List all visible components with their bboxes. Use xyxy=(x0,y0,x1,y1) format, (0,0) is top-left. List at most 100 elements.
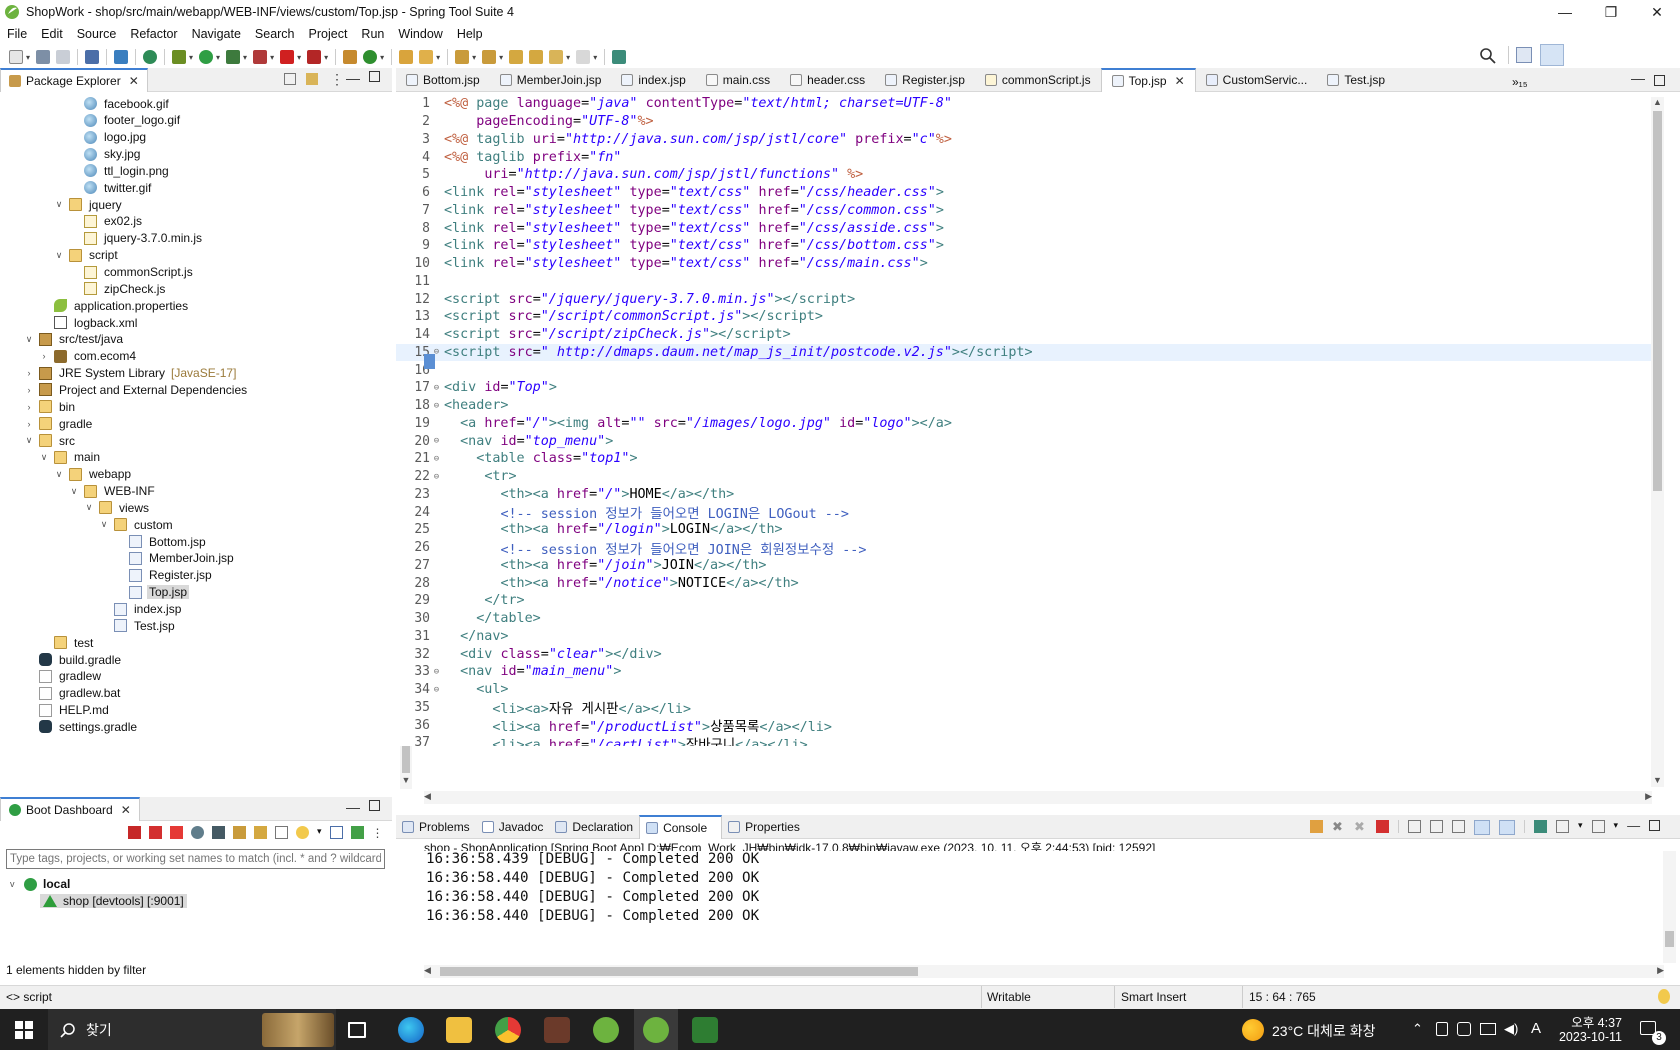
properties-icon[interactable] xyxy=(275,826,288,839)
tree-item[interactable]: › com.ecom4 xyxy=(38,348,138,365)
menu-help[interactable]: Help xyxy=(450,27,490,41)
tray-app-icon[interactable] xyxy=(1457,1022,1471,1036)
minimize-editor-icon[interactable]: — xyxy=(1631,70,1645,86)
tree-item[interactable]: › Project and External Dependencies xyxy=(23,381,249,398)
tree-item[interactable]: logback.xml xyxy=(38,314,139,331)
editor-scrollbar-thumb[interactable] xyxy=(1653,111,1662,491)
maximize-editor-icon[interactable] xyxy=(1654,75,1665,86)
code-line[interactable]: 29 </tr> xyxy=(396,592,1663,610)
stop-debug-icon[interactable] xyxy=(149,826,162,839)
tree-item[interactable]: ex02.js xyxy=(68,213,144,230)
back-icon[interactable] xyxy=(549,50,564,64)
code-line[interactable]: 16 xyxy=(396,361,1663,379)
tree-item[interactable]: MemberJoin.jsp xyxy=(113,550,236,567)
code-line[interactable]: 1 <%@ page language="java" contentType="t… xyxy=(396,95,1663,113)
tree-item[interactable]: › bin xyxy=(23,398,77,415)
local-target-row[interactable]: v local xyxy=(10,877,70,891)
code-line[interactable]: 27 <th><a href="/join">JOIN</a></th> xyxy=(396,557,1663,575)
tree-item[interactable]: ∨ script xyxy=(53,247,120,264)
tree-item[interactable]: Test.jsp xyxy=(98,617,177,634)
stop-icon[interactable] xyxy=(280,50,295,64)
bottom-tab[interactable]: Problems xyxy=(396,815,476,839)
close-icon[interactable]: ✕ xyxy=(129,74,139,88)
tree-item[interactable]: ∨ main xyxy=(38,449,102,466)
collapsed-chevron-icon[interactable]: › xyxy=(23,402,35,412)
bottom-tab[interactable]: Declaration xyxy=(549,815,639,839)
code-line[interactable]: 34 ⊖ <ul> xyxy=(396,681,1663,699)
expanded-chevron-icon[interactable]: ∨ xyxy=(83,502,95,513)
tree-item[interactable]: Bottom.jsp xyxy=(113,533,208,550)
tree-item[interactable]: index.jsp xyxy=(98,601,183,618)
scroll-to-end-icon[interactable] xyxy=(1430,820,1443,833)
bottom-tab[interactable]: Javadoc xyxy=(476,815,550,839)
pin-editor-icon[interactable] xyxy=(612,50,627,64)
save-all-icon[interactable] xyxy=(56,50,71,64)
code-line[interactable]: 23 <th><a href="/">HOME</a></th> xyxy=(396,486,1663,504)
new-icon[interactable] xyxy=(9,50,23,64)
tree-item[interactable]: sky.jpg xyxy=(68,146,142,163)
code-line[interactable]: 2 pageEncoding="UTF-8"%> xyxy=(396,113,1663,131)
search-icon[interactable] xyxy=(1479,47,1497,65)
app-icon[interactable] xyxy=(544,1017,570,1043)
edit-icon[interactable] xyxy=(254,826,267,839)
code-line[interactable]: 22 ⊖ <tr> xyxy=(396,468,1663,486)
expanded-chevron-icon[interactable]: ∨ xyxy=(53,250,65,261)
clear-console-icon[interactable] xyxy=(1408,820,1421,833)
tree-item[interactable]: twitter.gif xyxy=(68,179,153,196)
editor-tab[interactable]: header.css xyxy=(780,68,875,92)
tree-item[interactable]: ∨ src xyxy=(23,432,77,449)
weather-label[interactable]: 23°C 대체로 화창 xyxy=(1272,1021,1375,1041)
stop-icon[interactable] xyxy=(170,826,183,839)
code-line[interactable]: 30 </table> xyxy=(396,610,1663,628)
weather-icon[interactable] xyxy=(1242,1019,1264,1041)
forward-edit-icon[interactable] xyxy=(529,50,544,64)
chrome-browser-icon[interactable] xyxy=(495,1017,521,1043)
code-line[interactable]: 21 ⊖ <table class="top1"> xyxy=(396,450,1663,468)
network-icon[interactable] xyxy=(1480,1023,1496,1035)
windows-start-icon[interactable] xyxy=(15,1021,33,1039)
close-icon[interactable]: ✕ xyxy=(121,803,131,817)
menu-source[interactable]: Source xyxy=(70,27,124,41)
editor-hscrollbar[interactable]: ◀ ▶ xyxy=(424,791,1652,804)
console-output[interactable]: 16:36:58.439 [DEBUG] - Completed 200 OK 1… xyxy=(396,851,1664,961)
view-menu-icon[interactable]: ⋮ xyxy=(372,826,384,840)
tree-item[interactable]: jquery-3.7.0.min.js xyxy=(68,230,204,247)
expanded-chevron-icon[interactable]: ∨ xyxy=(53,199,65,210)
dropdown-icon[interactable]: ▾ xyxy=(317,826,322,840)
tree-item[interactable]: HELP.md xyxy=(23,702,111,719)
collapsed-chevron-icon[interactable]: › xyxy=(23,419,35,429)
expanded-chevron-icon[interactable]: ∨ xyxy=(23,334,35,345)
scroll-lock-icon[interactable] xyxy=(1310,820,1323,833)
tree-item[interactable]: Register.jsp xyxy=(113,567,214,584)
dropdown-icon[interactable]: ▾ xyxy=(1614,820,1619,835)
code-line[interactable]: 14 <script src="/script/zipCheck.js"></sc… xyxy=(396,326,1663,344)
show-stderr-icon[interactable] xyxy=(1499,820,1515,835)
code-line[interactable]: 13 <script src="/script/commonScript.js">… xyxy=(396,308,1663,326)
boot-filter-input[interactable] xyxy=(6,849,385,869)
expanded-chevron-icon[interactable]: ∨ xyxy=(98,519,110,530)
menu-search[interactable]: Search xyxy=(248,27,302,41)
app-row[interactable]: shop [devtools] [:9001] xyxy=(40,894,187,908)
editor-tab[interactable]: Test.jsp xyxy=(1317,68,1395,92)
fold-toggle-icon[interactable]: ⊖ xyxy=(432,667,441,677)
code-line[interactable]: 33 ⊖ <nav id="main_menu"> xyxy=(396,663,1663,681)
editor-tab[interactable]: Top.jsp ✕ xyxy=(1100,67,1196,92)
minimize-view-icon[interactable]: — xyxy=(346,799,360,815)
show-stdout-icon[interactable] xyxy=(1474,820,1490,835)
next-annotation-icon[interactable] xyxy=(455,50,470,64)
lightbulb-icon[interactable] xyxy=(1658,989,1670,1004)
code-line[interactable]: 35 <li><a>자유 게시판</a></li> xyxy=(396,699,1663,718)
code-line[interactable]: 37 <li><a href="/cartList">장바구니</a></li> xyxy=(396,734,1663,746)
code-line[interactable]: 25 <th><a href="/login">LOGIN</a></th> xyxy=(396,521,1663,539)
code-line[interactable]: 6 <link rel="stylesheet" type="text/css" … xyxy=(396,184,1663,202)
view-menu-icon[interactable]: ⋮ xyxy=(330,71,344,88)
more-tabs-icon[interactable]: »₁₅ xyxy=(1512,75,1528,89)
console-hscrollbar[interactable]: ◀ ▶ xyxy=(424,965,1664,978)
relaunch-icon[interactable] xyxy=(307,50,322,64)
editor-tab[interactable]: Bottom.jsp xyxy=(396,68,490,92)
close-tab-icon[interactable]: ✕ xyxy=(1175,74,1185,88)
tree-item[interactable]: facebook.gif xyxy=(68,95,171,112)
code-line[interactable]: 12 <script src="/jquery/jquery-3.7.0.min.… xyxy=(396,290,1663,308)
spring-boot-icon[interactable] xyxy=(143,50,158,64)
tree-item[interactable]: commonScript.js xyxy=(68,264,195,281)
